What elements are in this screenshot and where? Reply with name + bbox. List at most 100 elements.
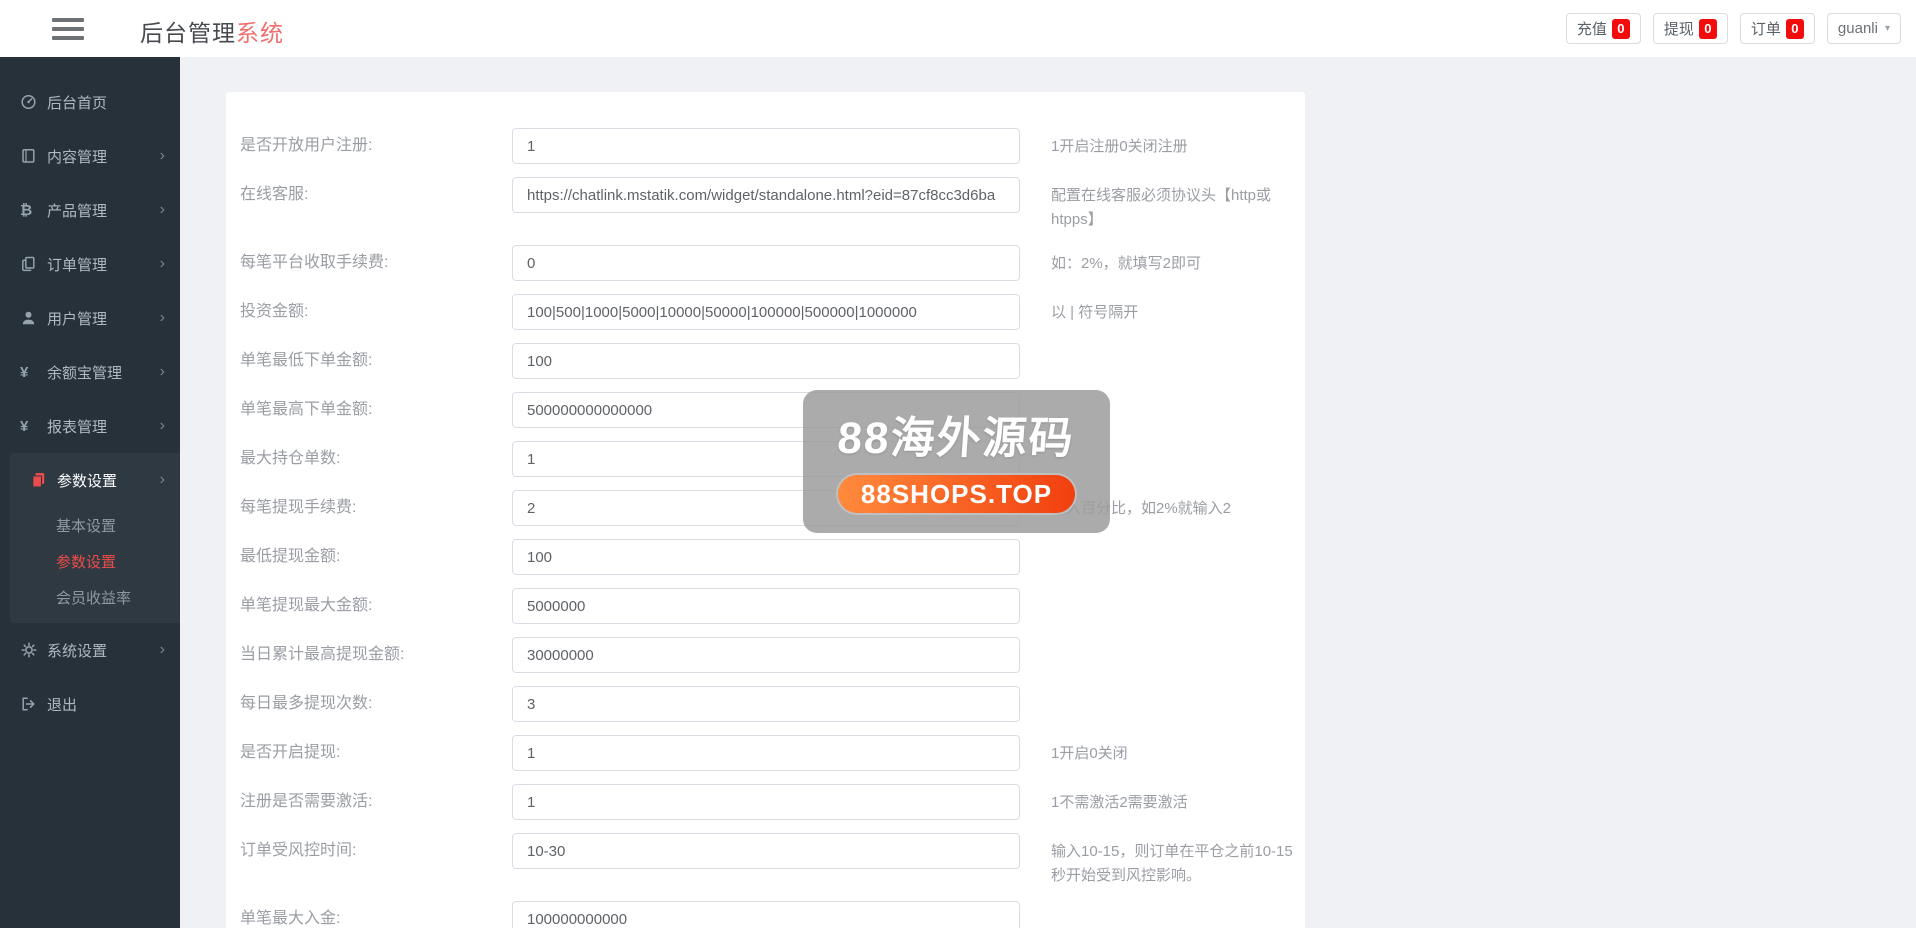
chevron-down-icon: ▾ <box>1885 23 1890 34</box>
field-label: 单笔提现最大金额: <box>240 588 512 624</box>
sidebar-subitem-basic-settings[interactable]: 基本设置 <box>10 507 180 543</box>
sidebar-item-label: 系统设置 <box>47 640 107 661</box>
user-icon <box>20 309 47 327</box>
field-label: 是否开启提现: <box>240 735 512 771</box>
form-row: 投资金额: 以 | 符号隔开 <box>240 294 1305 330</box>
field-label: 每日最多提现次数: <box>240 686 512 722</box>
app-title-dark: 后台管理 <box>140 20 236 46</box>
book-icon <box>20 147 47 165</box>
field-input-13[interactable] <box>512 784 1020 820</box>
files-icon <box>30 471 57 489</box>
field-input-9[interactable] <box>512 588 1020 624</box>
gears-icon <box>20 641 47 659</box>
sidebar-subitem-parameters[interactable]: 参数设置 <box>10 543 180 579</box>
field-hint <box>1051 901 1303 928</box>
field-input-0[interactable] <box>512 128 1020 164</box>
recharge-button[interactable]: 充值 0 <box>1566 13 1641 44</box>
field-input-11[interactable] <box>512 686 1020 722</box>
field-input-14[interactable] <box>512 833 1020 869</box>
chevron-right-icon: › <box>160 202 165 218</box>
sidebar-item-content[interactable]: 内容管理 › <box>0 129 180 183</box>
field-label: 单笔最高下单金额: <box>240 392 512 428</box>
form-row: 单笔最高下单金额: <box>240 392 1305 428</box>
form-row: 单笔最低下单金额: <box>240 343 1305 379</box>
form-row: 单笔最大入金: <box>240 901 1305 928</box>
chevron-right-icon: › <box>160 418 165 434</box>
sidebar-item-users[interactable]: 用户管理› <box>0 291 180 345</box>
field-label: 是否开放用户注册: <box>240 128 512 164</box>
sidebar-item-products[interactable]: ₿产品管理› <box>0 183 180 237</box>
app-title: 后台管理系统 <box>140 14 284 48</box>
field-label: 订单受风控时间: <box>240 833 512 888</box>
sidebar-item-label: 用户管理 <box>47 308 107 329</box>
withdraw-badge: 0 <box>1699 19 1717 39</box>
sidebar-item-orders[interactable]: 订单管理 › <box>0 237 180 291</box>
chevron-right-icon: › <box>160 364 165 380</box>
field-input-12[interactable] <box>512 735 1020 771</box>
watermark-title: 88海外源码 <box>801 402 1112 466</box>
field-hint <box>1051 686 1303 722</box>
orders-label: 订单 <box>1751 18 1781 39</box>
hamburger-menu-icon[interactable] <box>52 18 84 40</box>
sidebar-item-parameters[interactable]: 参数设置› <box>10 453 180 507</box>
form-row: 每笔平台收取手续费: 如：2%，就填写2即可 <box>240 245 1305 281</box>
withdraw-button[interactable]: 提现 0 <box>1653 13 1728 44</box>
form-row: 单笔提现最大金额: <box>240 588 1305 624</box>
sidebar-item-label: 订单管理 <box>47 254 107 275</box>
chevron-right-icon: › <box>160 256 165 272</box>
form-row: 订单受风控时间: 输入10-15，则订单在平仓之前10-15秒开始受到风控影响。 <box>240 833 1305 888</box>
field-input-10[interactable] <box>512 637 1020 673</box>
sidebar-group-parameters: 参数设置›基本设置参数设置会员收益率 <box>10 453 180 623</box>
form-row: 是否开启提现: 1开启0关闭 <box>240 735 1305 771</box>
sidebar-item-reports[interactable]: ¥报表管理› <box>0 399 180 453</box>
field-hint <box>1051 637 1303 673</box>
sidebar-item-logout[interactable]: 退出 <box>0 677 180 731</box>
field-hint: 以 | 符号隔开 <box>1051 294 1303 330</box>
form-row: 每日最多提现次数: <box>240 686 1305 722</box>
field-input-8[interactable] <box>512 539 1020 575</box>
field-label: 每笔平台收取手续费: <box>240 245 512 281</box>
sidebar-subitem-member-yield[interactable]: 会员收益率 <box>10 579 180 615</box>
field-input-1[interactable] <box>512 177 1020 213</box>
recharge-label: 充值 <box>1577 18 1607 39</box>
watermark-domain-pill: 88SHOPS.TOP <box>838 475 1075 513</box>
bitcoin-icon: ₿ <box>20 202 47 219</box>
field-label: 单笔最大入金: <box>240 901 512 928</box>
field-input-15[interactable] <box>512 901 1020 928</box>
field-label: 最低提现金额: <box>240 539 512 575</box>
logout-icon <box>20 695 47 713</box>
app-title-red: 系统 <box>236 20 284 46</box>
sidebar-item-dashboard[interactable]: 后台首页 <box>0 75 180 129</box>
field-hint: 输入10-15，则订单在平仓之前10-15秒开始受到风控影响。 <box>1051 833 1303 888</box>
sidebar-item-yuebao[interactable]: ¥余额宝管理› <box>0 345 180 399</box>
field-hint <box>1051 539 1303 575</box>
copy-icon <box>20 255 47 273</box>
field-label: 注册是否需要激活: <box>240 784 512 820</box>
sidebar-item-label: 内容管理 <box>47 146 107 167</box>
user-menu-button[interactable]: guanli ▾ <box>1827 13 1901 44</box>
sidebar-item-system[interactable]: 系统设置› <box>0 623 180 677</box>
form-row: 当日累计最高提现金额: <box>240 637 1305 673</box>
field-input-4[interactable] <box>512 343 1020 379</box>
orders-button[interactable]: 订单 0 <box>1740 13 1815 44</box>
field-label: 最大持仓单数: <box>240 441 512 477</box>
field-hint <box>1051 343 1303 379</box>
form-row: 最低提现金额: <box>240 539 1305 575</box>
field-input-2[interactable] <box>512 245 1020 281</box>
form-row: 每笔提现手续费: 输入百分比，如2%就输入2 <box>240 490 1305 526</box>
field-hint: 1开启注册0关闭注册 <box>1051 128 1303 164</box>
field-hint <box>1051 588 1303 624</box>
header-actions: 充值 0 提现 0 订单 0 guanli ▾ <box>1566 13 1901 44</box>
field-hint: 配置在线客服必须协议头【http或htpps】 <box>1051 177 1303 232</box>
chevron-right-icon: › <box>160 472 165 488</box>
sidebar-item-label: 余额宝管理 <box>47 362 122 383</box>
form-row: 注册是否需要激活: 1不需激活2需要激活 <box>240 784 1305 820</box>
field-label: 每笔提现手续费: <box>240 490 512 526</box>
username: guanli <box>1838 20 1878 37</box>
field-label: 当日累计最高提现金额: <box>240 637 512 673</box>
form-row: 在线客服: 配置在线客服必须协议头【http或htpps】 <box>240 177 1305 232</box>
settings-form: 是否开放用户注册: 1开启注册0关闭注册 在线客服: 配置在线客服必须协议头【h… <box>226 92 1305 928</box>
field-input-3[interactable] <box>512 294 1020 330</box>
admin-page: 后台管理系统 充值 0 提现 0 订单 0 guanli ▾ 后台首页内容管理 ›… <box>0 0 1916 928</box>
chevron-right-icon: › <box>160 148 165 164</box>
